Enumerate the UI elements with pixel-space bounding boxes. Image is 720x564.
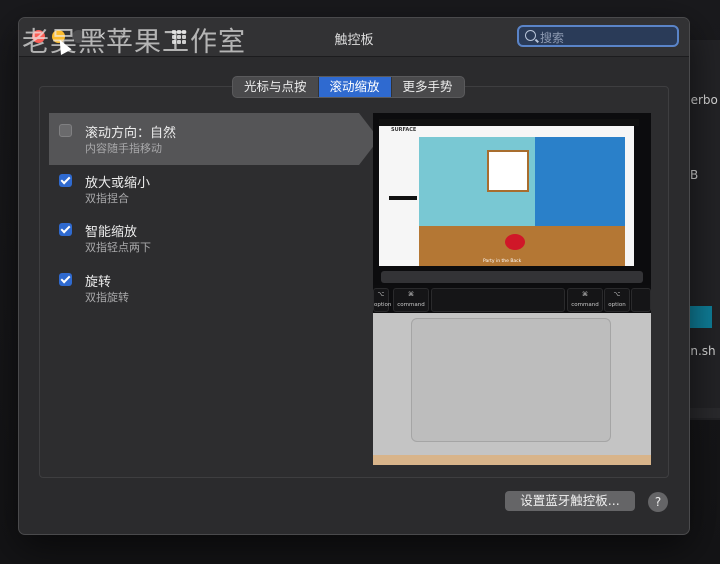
option-title: 智能缩放 bbox=[85, 225, 138, 240]
gesture-preview-video: SURFACE Party in the Back ⌥ option ⌘ comma… bbox=[373, 113, 651, 465]
zoom-checkbox[interactable] bbox=[59, 174, 72, 187]
trackpad-preferences-window: ‹ › 触控板 搜索 光标与点按 滚动缩放 更多手势 滚动方向：自然 内容随手指… bbox=[18, 17, 690, 535]
option-title: 放大或缩小 bbox=[85, 176, 151, 191]
preview-decoration bbox=[389, 196, 417, 200]
preview-key: ⌥ option bbox=[604, 288, 630, 312]
preview-key: ⌥ option bbox=[373, 288, 391, 312]
preview-trackpad bbox=[411, 318, 611, 442]
preview-key: ⌘ command bbox=[393, 288, 429, 312]
preview-menu-bar bbox=[379, 119, 639, 126]
option-subtitle: 内容随手指移动 bbox=[85, 142, 162, 155]
background-bar bbox=[688, 408, 720, 418]
setup-bluetooth-trackpad-button[interactable]: 设置蓝牙触控板... bbox=[505, 491, 635, 511]
preview-keyboard: ⌥ option ⌘ command ⌘ command ⌥ option bbox=[373, 285, 651, 313]
preview-page-title: SURFACE bbox=[391, 127, 417, 133]
search-field[interactable]: 搜索 bbox=[517, 25, 679, 47]
option-subtitle: 双指旋转 bbox=[85, 291, 129, 304]
preview-cabinet bbox=[535, 137, 625, 237]
preview-desk bbox=[373, 455, 651, 465]
option-title: 旋转 bbox=[85, 275, 112, 290]
preview-key bbox=[631, 288, 651, 312]
preview-spacebar bbox=[431, 288, 565, 312]
search-icon bbox=[525, 30, 536, 41]
option-subtitle: 双指捏合 bbox=[85, 192, 129, 205]
tab-bar: 光标与点按 滚动缩放 更多手势 bbox=[232, 76, 465, 98]
smart-zoom-checkbox[interactable] bbox=[59, 223, 72, 236]
tab-more-gestures[interactable]: 更多手势 bbox=[392, 77, 464, 97]
scroll-direction-checkbox[interactable] bbox=[59, 124, 72, 137]
background-text: B bbox=[690, 168, 699, 182]
help-button[interactable]: ? bbox=[648, 492, 668, 512]
option-subtitle: 双指轻点两下 bbox=[85, 241, 151, 254]
watermark-text: 老吴黑苹果工作室 bbox=[22, 27, 246, 58]
rotate-checkbox[interactable] bbox=[59, 273, 72, 286]
preview-caption: Party in the Back bbox=[483, 259, 522, 264]
tab-point-and-click[interactable]: 光标与点按 bbox=[233, 77, 319, 97]
background-tile bbox=[690, 306, 712, 328]
search-placeholder: 搜索 bbox=[540, 31, 565, 45]
tab-scroll-and-zoom[interactable]: 滚动缩放 bbox=[318, 77, 392, 97]
preview-picture-frame bbox=[487, 150, 529, 192]
preview-laptop-screen: SURFACE Party in the Back bbox=[373, 113, 651, 293]
preview-red-object bbox=[505, 234, 525, 250]
preview-key: ⌘ command bbox=[567, 288, 603, 312]
option-title: 滚动方向：自然 bbox=[85, 126, 177, 141]
